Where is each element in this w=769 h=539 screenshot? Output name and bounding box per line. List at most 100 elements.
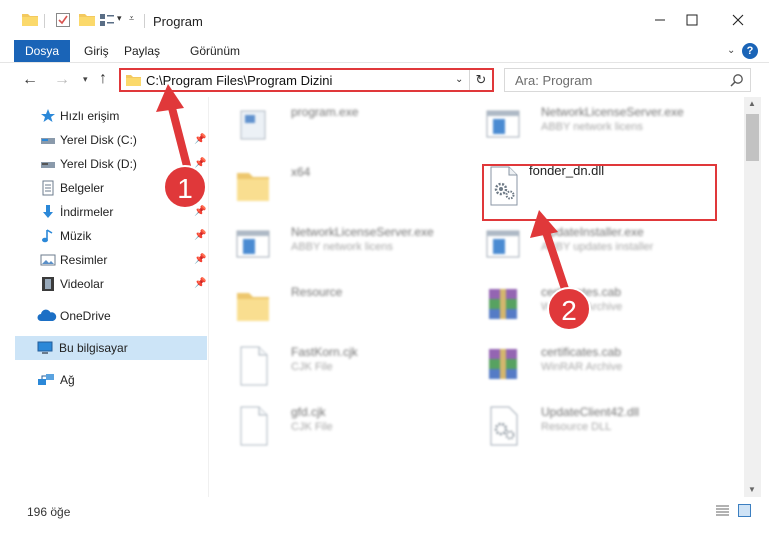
- sidebar-item-label: Resimler: [60, 253, 108, 267]
- properties-check-icon[interactable]: [56, 13, 70, 27]
- scroll-up-icon[interactable]: ▲: [748, 99, 756, 108]
- tab-file[interactable]: Dosya: [14, 40, 70, 62]
- search-input[interactable]: Ara: Program: [504, 68, 751, 92]
- tiles-view-icon[interactable]: [738, 504, 751, 517]
- pictures-icon: [40, 254, 56, 266]
- folder-icon: [237, 293, 269, 321]
- file-name: Resource: [291, 285, 343, 299]
- sidebar-item-label: Bu bilgisayar: [59, 341, 128, 355]
- sidebar-item-label: Videolar: [60, 277, 104, 291]
- navigation-bar: ← → ▾ ↑ C:\Program Files\Program Dizini …: [0, 63, 769, 97]
- file-description: WinRAR Archive: [541, 361, 623, 373]
- file-item[interactable]: NetworkLicenseServer.exe ABBY network li…: [211, 217, 461, 273]
- minimize-button[interactable]: [646, 7, 674, 33]
- forward-arrow-icon[interactable]: →: [54, 71, 70, 89]
- file-name: gfd.cjk: [291, 405, 326, 419]
- file-description: Resource DLL: [541, 421, 612, 433]
- maximize-button[interactable]: [678, 7, 706, 33]
- help-button[interactable]: ?: [742, 43, 758, 59]
- sidebar-item-label: OneDrive: [60, 309, 111, 323]
- cloud-icon: [37, 309, 57, 321]
- exe-window-icon: [486, 110, 520, 138]
- pin-icon[interactable]: 📌: [194, 206, 206, 217]
- file-description: CJK File: [291, 421, 333, 433]
- pin-icon[interactable]: 📌: [194, 230, 206, 241]
- file-name: NetworkLicenseServer.exe: [541, 105, 684, 119]
- blank-file-icon: [240, 346, 268, 386]
- file-item[interactable]: program.exe: [211, 97, 461, 153]
- dll-gear-icon: [490, 406, 518, 446]
- file-item[interactable]: UpdateInstaller.exe ABBY updates install…: [461, 217, 711, 273]
- folder-icon: [22, 14, 38, 26]
- video-icon: [42, 277, 54, 291]
- file-description: ABBY network licens: [541, 121, 643, 133]
- file-item[interactable]: NetworkLicenseServer.exe ABBY network li…: [461, 97, 711, 153]
- exe-window-icon: [486, 230, 520, 258]
- item-count: 196 öğe: [27, 505, 71, 519]
- sidebar-item-pictures[interactable]: Resimler 📌: [0, 248, 207, 272]
- sidebar-item-network[interactable]: Ağ: [0, 368, 207, 392]
- music-icon: [42, 229, 53, 243]
- file-item[interactable]: Resource: [211, 277, 461, 333]
- file-name: FastKorn.cjk: [291, 345, 358, 359]
- file-name: UpdateClient42.dll: [541, 405, 640, 419]
- customize-toolbar-icon[interactable]: ⩡: [129, 13, 134, 24]
- sidebar-item-quick-access[interactable]: Hızlı erişim: [0, 104, 207, 128]
- blank-file-icon: [240, 406, 268, 446]
- file-item[interactable]: gfd.cjk CJK File: [211, 397, 461, 453]
- pin-icon[interactable]: 📌: [194, 254, 206, 265]
- back-arrow-icon[interactable]: ←: [22, 71, 38, 89]
- file-list: program.exe NetworkLicenseServer.exe ABB…: [211, 97, 744, 497]
- vertical-scrollbar[interactable]: ▲ ▼: [744, 97, 761, 497]
- file-item[interactable]: FastKorn.cjk CJK File: [211, 337, 461, 393]
- chevron-down-icon[interactable]: ▾: [117, 13, 122, 24]
- file-description: CJK File: [291, 361, 333, 373]
- address-bar[interactable]: C:\Program Files\Program Dizini ⌄ ↻: [119, 68, 494, 92]
- sidebar-item-onedrive[interactable]: OneDrive: [0, 304, 207, 328]
- expand-ribbon-icon[interactable]: ⌄: [727, 45, 735, 56]
- scroll-down-icon[interactable]: ▼: [748, 485, 756, 494]
- pin-icon[interactable]: 📌: [194, 134, 206, 145]
- view-options-icon[interactable]: [100, 13, 114, 27]
- sidebar-item-label: Yerel Disk (C:): [60, 133, 137, 147]
- sidebar-item-label: İndirmeler: [60, 205, 114, 219]
- up-arrow-icon[interactable]: ↑: [99, 70, 107, 88]
- tab-view[interactable]: Görünüm: [190, 40, 240, 62]
- separator: [44, 14, 45, 28]
- recent-locations-icon[interactable]: ▾: [83, 74, 88, 85]
- address-dropdown-icon[interactable]: ⌄: [455, 74, 463, 85]
- close-button[interactable]: [724, 7, 752, 33]
- file-item[interactable]: certificates.cab WinRAR Archive: [461, 337, 711, 393]
- sidebar-item-videos[interactable]: Videolar 📌: [0, 272, 207, 296]
- details-view-icon[interactable]: [716, 505, 729, 516]
- tab-share[interactable]: Paylaş: [120, 40, 164, 62]
- search-icon[interactable]: [730, 73, 744, 87]
- folder-icon: [237, 173, 269, 201]
- exe-icon: [240, 110, 266, 140]
- title-bar: ▾ ⩡ Program: [0, 0, 769, 40]
- file-description: ABBY updates installer: [541, 241, 654, 253]
- step-badge-2: 2: [547, 287, 591, 331]
- documents-icon: [42, 180, 54, 196]
- winrar-icon: [489, 349, 517, 379]
- pin-icon[interactable]: 📌: [194, 278, 206, 289]
- file-item[interactable]: UpdateClient42.dll Resource DLL: [461, 397, 711, 453]
- sidebar-item-local-disk-c[interactable]: Yerel Disk (C:) 📌: [0, 128, 207, 152]
- navigation-pane: Hızlı erişim Yerel Disk (C:) 📌 Yerel Dis…: [0, 97, 210, 497]
- window-title: Program: [153, 14, 203, 29]
- sidebar-item-music[interactable]: Müzik 📌: [0, 224, 207, 248]
- file-item[interactable]: x64: [211, 157, 461, 213]
- file-description: ABBY network licens: [291, 241, 393, 253]
- refresh-icon[interactable]: ↻: [469, 70, 492, 90]
- separator: [144, 14, 145, 28]
- new-folder-icon[interactable]: [79, 13, 95, 26]
- file-name: NetworkLicenseServer.exe: [291, 225, 434, 239]
- computer-icon: [37, 341, 53, 354]
- tab-home[interactable]: Giriş: [84, 40, 109, 62]
- highlight-box: [482, 164, 717, 221]
- scroll-thumb[interactable]: [746, 114, 759, 161]
- file-name: UpdateInstaller.exe: [541, 225, 644, 239]
- sidebar-item-label: Müzik: [60, 229, 92, 243]
- sidebar-item-this-pc[interactable]: Bu bilgisayar: [15, 336, 207, 360]
- file-name: certificates.cab: [541, 345, 622, 359]
